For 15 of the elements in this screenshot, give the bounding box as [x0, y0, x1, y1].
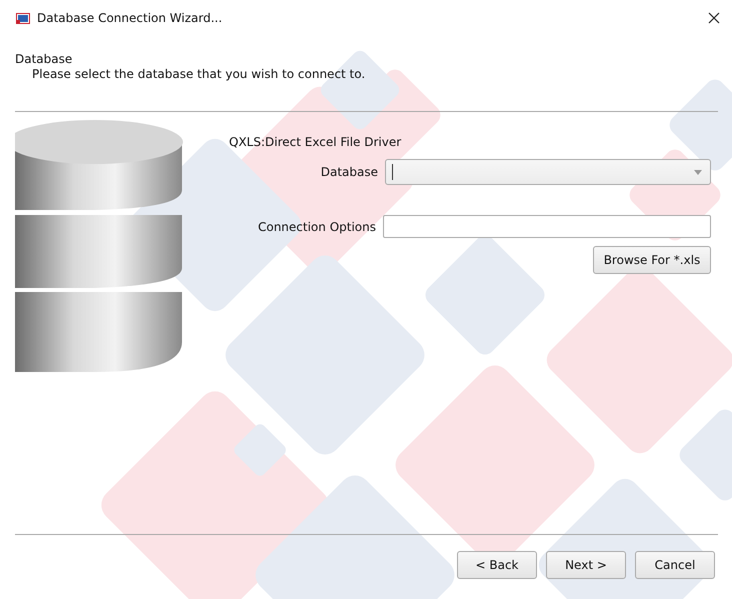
driver-label: QXLS:Direct Excel File Driver: [229, 135, 402, 149]
database-combo[interactable]: [385, 159, 711, 185]
back-button[interactable]: < Back: [457, 551, 537, 579]
page-subtitle: Please select the database that you wish to connect to.: [31, 67, 366, 81]
dropdown-arrow-icon[interactable]: [694, 170, 702, 174]
close-icon[interactable]: [708, 12, 720, 24]
window-title: Database Connection Wizard...: [37, 11, 222, 25]
cancel-button[interactable]: Cancel: [635, 551, 715, 579]
window-icon: [16, 12, 30, 24]
field-label: Database: [320, 165, 378, 179]
connection-options-field[interactable]: [383, 215, 711, 238]
page-title: Database: [15, 52, 74, 66]
next-button[interactable]: Next >: [546, 551, 626, 579]
browse-button[interactable]: Browse For *.xls: [593, 246, 711, 274]
field-label: Connection Options: [258, 220, 376, 234]
